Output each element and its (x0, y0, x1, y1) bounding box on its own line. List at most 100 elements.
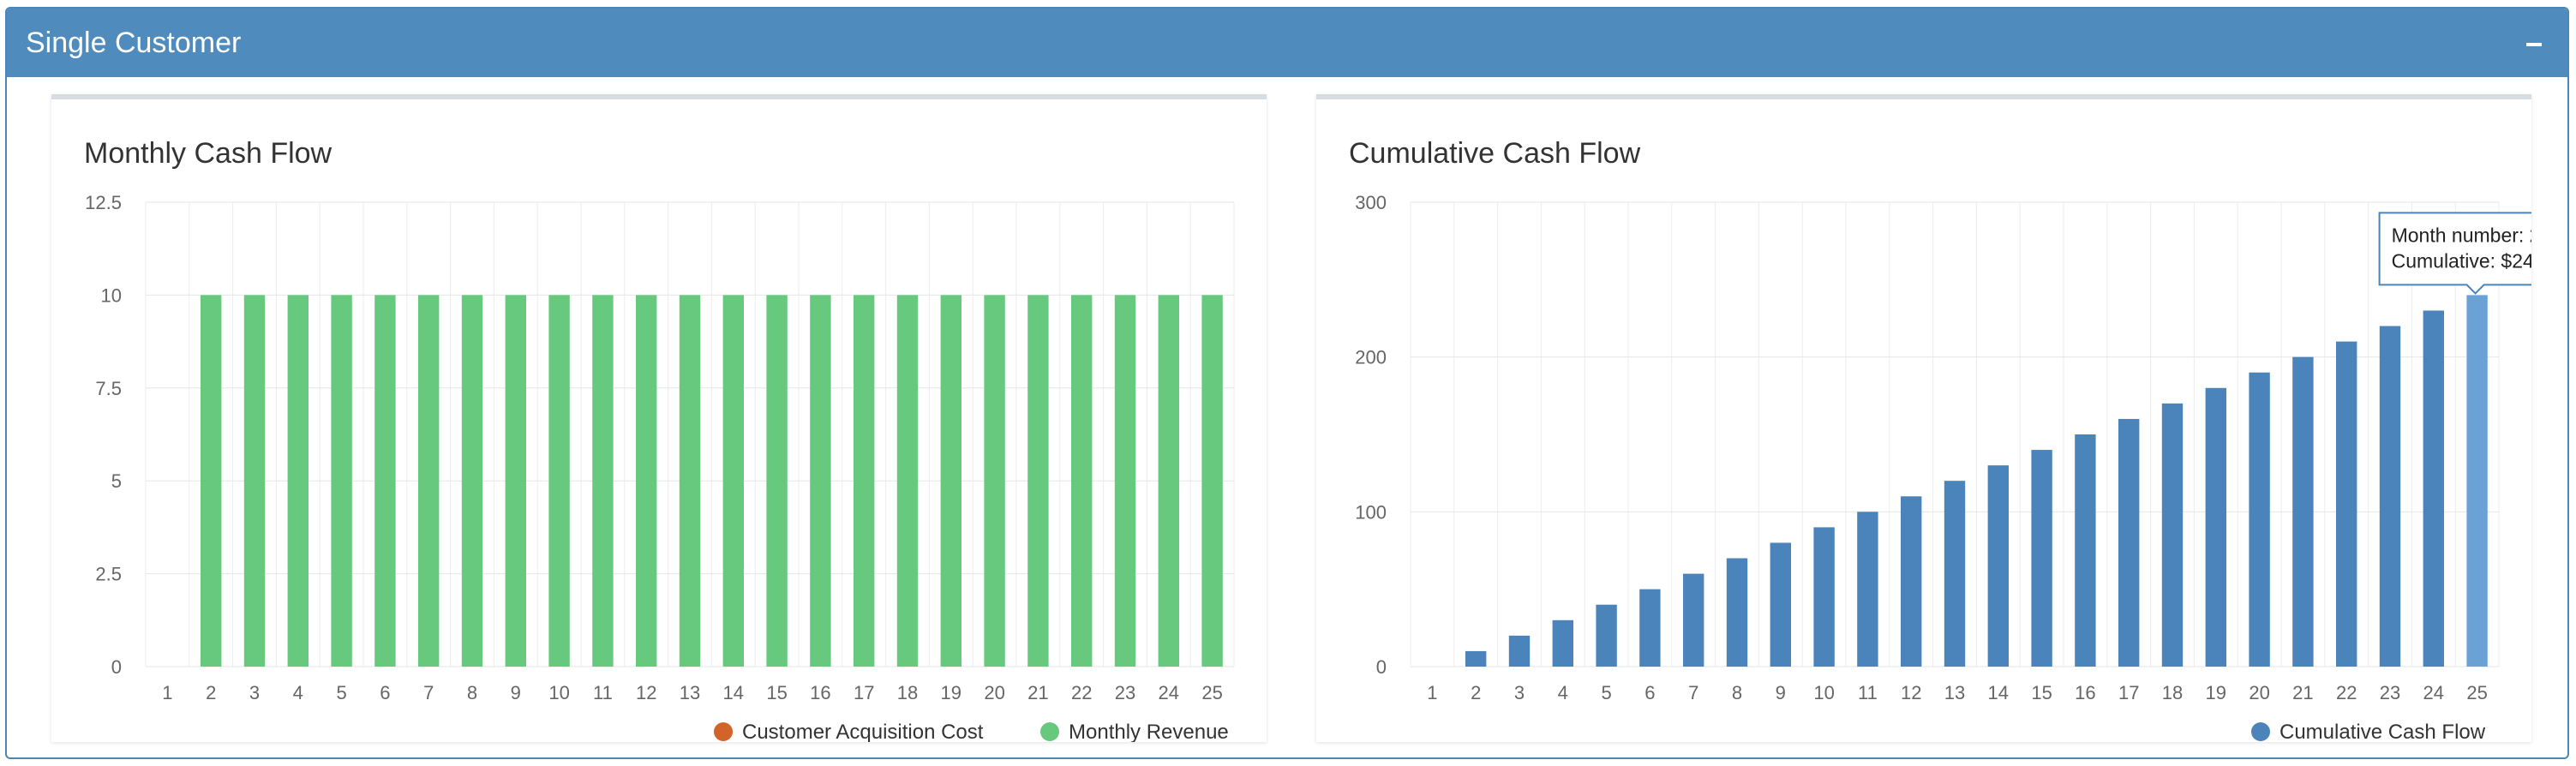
bar (243, 295, 266, 667)
x-tick-label: 15 (2031, 682, 2052, 703)
bar (374, 295, 396, 667)
x-tick-label: 12 (1901, 682, 1921, 703)
x-tick-label: 25 (2466, 682, 2487, 703)
x-tick-label: 3 (1514, 682, 1525, 703)
collapse-button[interactable] (2519, 24, 2550, 58)
x-tick-label: 23 (2380, 682, 2400, 703)
bar (287, 295, 309, 667)
bar (1683, 573, 1704, 667)
x-tick-label: 5 (1601, 682, 1611, 703)
bar (1465, 650, 1487, 667)
bar (2161, 403, 2184, 667)
x-tick-label: 1 (162, 682, 172, 703)
x-tick-label: 7 (423, 682, 434, 703)
x-tick-label: 20 (984, 682, 1004, 703)
x-tick-label: 10 (1813, 682, 1834, 703)
bar (1639, 589, 1661, 667)
bar (940, 295, 962, 667)
x-tick-label: 4 (1558, 682, 1568, 703)
x-tick-label: 4 (293, 682, 303, 703)
bar (2031, 450, 2052, 667)
legend-marker (2251, 722, 2270, 741)
bar (1158, 295, 1179, 667)
x-tick-label: 8 (1732, 682, 1742, 703)
x-tick-label: 15 (766, 682, 787, 703)
x-tick-label: 18 (897, 682, 918, 703)
x-tick-label: 21 (2292, 682, 2313, 703)
bar (592, 295, 614, 667)
y-tick-label: 12.5 (85, 192, 122, 213)
x-tick-label: 21 (1027, 682, 1048, 703)
x-tick-label: 22 (2336, 682, 2357, 703)
x-tick-label: 2 (1471, 682, 1481, 703)
tooltip-value: Cumulative: $240 (2392, 249, 2531, 272)
x-tick-label: 2 (206, 682, 216, 703)
bar (201, 295, 222, 667)
x-tick-label: 6 (1644, 682, 1655, 703)
x-tick-label: 18 (2162, 682, 2183, 703)
bar (548, 295, 570, 667)
y-tick-label: 10 (101, 284, 122, 306)
tooltip-month: Month number: 25 (2392, 224, 2531, 246)
x-tick-label: 25 (1201, 682, 1222, 703)
x-tick-label: 12 (636, 682, 656, 703)
legend-label: Cumulative Cash Flow (2279, 721, 2486, 742)
bar (1114, 295, 1136, 667)
x-tick-label: 17 (2118, 682, 2139, 703)
bar (1508, 635, 1531, 667)
legend-label: Monthly Revenue (1069, 721, 1229, 742)
x-tick-label: 16 (2075, 682, 2095, 703)
bar (1944, 481, 1966, 667)
bar (1552, 619, 1573, 667)
bar (418, 295, 440, 667)
x-tick-label: 9 (1776, 682, 1786, 703)
bar (766, 295, 788, 667)
x-tick-label: 24 (2423, 682, 2444, 703)
bar (679, 295, 701, 667)
x-tick-label: 23 (1115, 682, 1135, 703)
x-tick-label: 13 (1944, 682, 1965, 703)
x-tick-label: 19 (2206, 682, 2226, 703)
bar (2423, 310, 2444, 667)
bar (722, 295, 744, 667)
y-tick-label: 0 (1376, 656, 1387, 678)
x-tick-label: 13 (680, 682, 700, 703)
bar (896, 295, 919, 667)
bar (2379, 326, 2401, 667)
bar (1596, 604, 1617, 667)
x-tick-label: 1 (1427, 682, 1437, 703)
x-tick-label: 7 (1688, 682, 1698, 703)
x-tick-label: 17 (854, 682, 874, 703)
x-tick-label: 11 (593, 682, 613, 703)
panel-header: Single Customer (7, 9, 2567, 77)
x-tick-label: 8 (467, 682, 477, 703)
x-tick-label: 24 (1159, 682, 1179, 703)
x-tick-label: 14 (1988, 682, 2009, 703)
bar (1901, 496, 1922, 667)
bar (2292, 356, 2314, 667)
panel-title: Single Customer (26, 27, 242, 59)
x-tick-label: 10 (548, 682, 569, 703)
single-customer-panel: Single Customer Monthly Cash Flow 0 2.5 5 7… (5, 7, 2569, 759)
bar (331, 295, 352, 667)
bar (2075, 434, 2096, 667)
x-tick-label: 11 (1858, 682, 1878, 703)
y-tick-label: 5 (111, 470, 122, 492)
x-tick-label: 22 (1071, 682, 1092, 703)
cumulative-cash-flow-card: Cumulative Cash Flow 0 100 200 300 1 2 3 4 5 6 7 8 9… (1316, 94, 2531, 742)
x-tick-label: 19 (941, 682, 962, 703)
bar (505, 295, 526, 667)
bar (1071, 295, 1093, 667)
bar (1987, 465, 2009, 667)
x-tick-label: 16 (810, 682, 830, 703)
x-tick-label: 20 (2249, 682, 2269, 703)
x-tick-label: 9 (511, 682, 521, 703)
bar (854, 295, 875, 667)
bar (1201, 295, 1223, 667)
x-tick-label: 6 (380, 682, 390, 703)
y-tick-label: 7.5 (95, 378, 122, 399)
bar (810, 295, 831, 667)
bar (2205, 387, 2226, 667)
monthly-cash-flow-chart: 02.557.51012.51 2 3 4 5 6 7 8 9 10 11 12 13 14 15 16 17 1… (85, 192, 1235, 742)
bar (2336, 341, 2357, 667)
